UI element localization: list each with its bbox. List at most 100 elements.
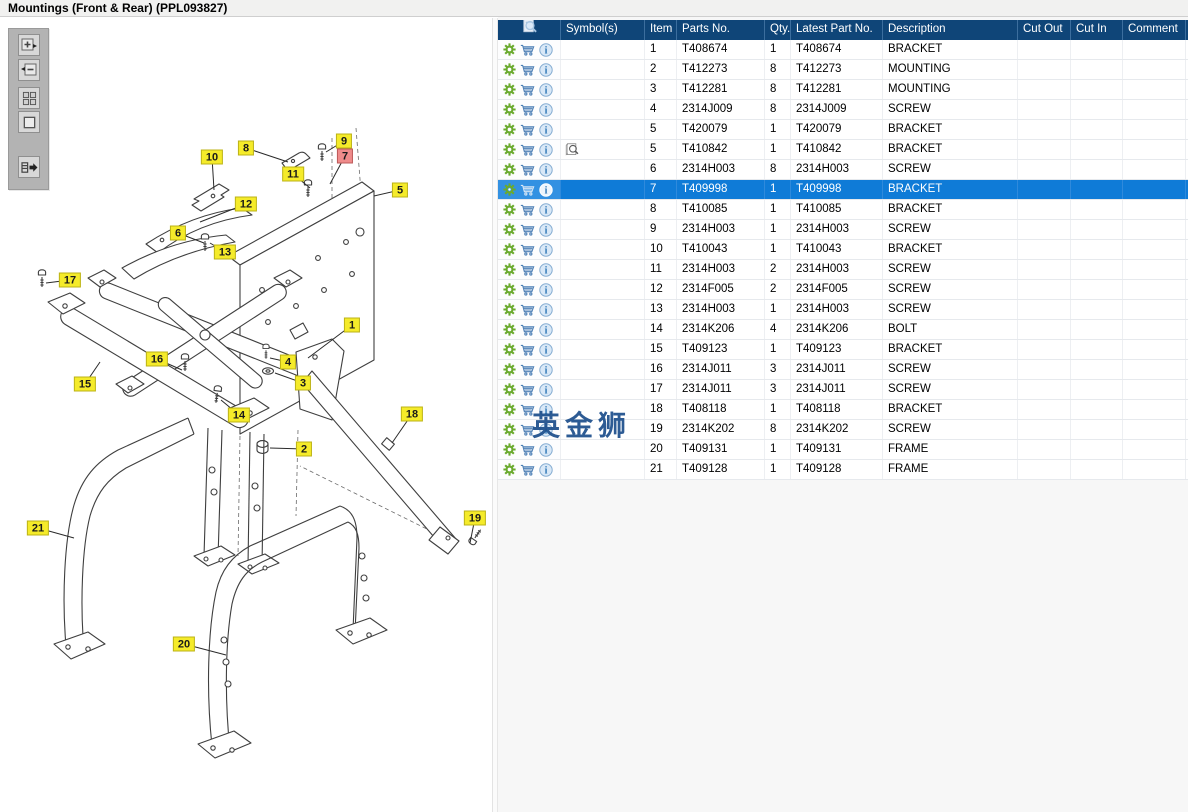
part-info-icon[interactable]: i — [538, 62, 553, 77]
add-to-cart-icon[interactable] — [520, 462, 535, 477]
table-row[interactable]: i 10 T410043 1 T410043 BRACKET — [498, 240, 1188, 260]
table-row[interactable]: i 1 T408674 1 T408674 BRACKET — [498, 40, 1188, 60]
add-to-cart-icon[interactable] — [520, 342, 535, 357]
column-header-cut_out[interactable]: Cut Out — [1018, 20, 1071, 40]
add-to-cart-icon[interactable] — [520, 222, 535, 237]
part-info-icon[interactable]: i — [538, 382, 553, 397]
configure-gear-icon[interactable] — [502, 42, 517, 57]
add-to-cart-icon[interactable] — [520, 102, 535, 117]
callout-label-10[interactable]: 10 — [200, 149, 224, 165]
callout-label-15[interactable]: 15 — [73, 376, 97, 392]
add-to-cart-icon[interactable] — [520, 262, 535, 277]
callout-label-21[interactable]: 21 — [26, 520, 50, 536]
add-to-cart-icon[interactable] — [520, 242, 535, 257]
part-info-icon[interactable]: i — [538, 82, 553, 97]
add-to-cart-icon[interactable] — [520, 382, 535, 397]
table-row[interactable]: i 17 2314J011 3 2314J011 SCREW — [498, 380, 1188, 400]
column-header-latest_part_no[interactable]: Latest Part No. — [791, 20, 883, 40]
part-info-icon[interactable]: i — [538, 222, 553, 237]
part-info-icon[interactable]: i — [538, 462, 553, 477]
callout-label-9[interactable]: 9 — [335, 133, 353, 149]
part-info-icon[interactable]: i — [538, 102, 553, 117]
table-row[interactable]: i 3 T412281 8 T412281 MOUNTING — [498, 80, 1188, 100]
part-info-icon[interactable]: i — [538, 242, 553, 257]
configure-gear-icon[interactable] — [502, 462, 517, 477]
configure-gear-icon[interactable] — [502, 342, 517, 357]
configure-gear-icon[interactable] — [502, 202, 517, 217]
add-to-cart-icon[interactable] — [520, 442, 535, 457]
callout-label-1[interactable]: 1 — [343, 317, 361, 333]
zoom-out-button[interactable] — [18, 59, 40, 81]
part-info-icon[interactable]: i — [538, 422, 553, 437]
callout-label-12[interactable]: 12 — [234, 196, 258, 212]
part-info-icon[interactable]: i — [538, 142, 553, 157]
callout-label-18[interactable]: 18 — [400, 406, 424, 422]
add-to-cart-icon[interactable] — [520, 322, 535, 337]
table-row[interactable]: i 16 2314J011 3 2314J011 SCREW — [498, 360, 1188, 380]
table-row[interactable]: i 20 T409131 1 T409131 FRAME — [498, 440, 1188, 460]
zoom-in-button[interactable] — [18, 34, 40, 56]
table-row[interactable]: i 4 2314J009 8 2314J009 SCREW — [498, 100, 1188, 120]
part-info-icon[interactable]: i — [538, 182, 553, 197]
add-to-cart-icon[interactable] — [520, 142, 535, 157]
table-row[interactable]: i 14 2314K206 4 2314K206 BOLT — [498, 320, 1188, 340]
column-header-comment[interactable]: Comment — [1123, 20, 1186, 40]
table-row[interactable]: i 18 T408118 1 T408118 BRACKET — [498, 400, 1188, 420]
callout-label-17[interactable]: 17 — [58, 272, 82, 288]
table-row[interactable]: i 2 T412273 8 T412273 MOUNTING — [498, 60, 1188, 80]
fit-view-button[interactable] — [18, 111, 40, 133]
column-header-description[interactable]: Description — [883, 20, 1018, 40]
callout-label-4[interactable]: 4 — [279, 354, 297, 370]
add-to-cart-icon[interactable] — [520, 282, 535, 297]
detail-view-icon[interactable] — [565, 142, 580, 157]
add-to-cart-icon[interactable] — [520, 182, 535, 197]
part-info-icon[interactable]: i — [538, 342, 553, 357]
configure-gear-icon[interactable] — [502, 262, 517, 277]
part-info-icon[interactable]: i — [538, 262, 553, 277]
export-button[interactable] — [18, 156, 40, 178]
callout-label-8[interactable]: 8 — [237, 140, 255, 156]
part-info-icon[interactable]: i — [538, 282, 553, 297]
callout-label-3[interactable]: 3 — [294, 375, 312, 391]
configure-gear-icon[interactable] — [502, 222, 517, 237]
configure-gear-icon[interactable] — [502, 302, 517, 317]
part-info-icon[interactable]: i — [538, 202, 553, 217]
add-to-cart-icon[interactable] — [520, 162, 535, 177]
table-row[interactable]: i 8 T410085 1 T410085 BRACKET — [498, 200, 1188, 220]
callout-label-6[interactable]: 6 — [169, 225, 187, 241]
part-info-icon[interactable]: i — [538, 362, 553, 377]
configure-gear-icon[interactable] — [502, 142, 517, 157]
configure-gear-icon[interactable] — [502, 322, 517, 337]
column-header-cut_in[interactable]: Cut In — [1071, 20, 1123, 40]
add-to-cart-icon[interactable] — [520, 122, 535, 137]
column-header-item[interactable]: Item — [645, 20, 677, 40]
callout-label-16[interactable]: 16 — [145, 351, 169, 367]
configure-gear-icon[interactable] — [502, 162, 517, 177]
callout-label-5[interactable]: 5 — [391, 182, 409, 198]
configure-gear-icon[interactable] — [502, 102, 517, 117]
configure-gear-icon[interactable] — [502, 442, 517, 457]
add-to-cart-icon[interactable] — [520, 302, 535, 317]
table-row[interactable]: i 5 T410842 1 T410842 BRACKET — [498, 140, 1188, 160]
table-row[interactable]: i 21 T409128 1 T409128 FRAME — [498, 460, 1188, 480]
configure-gear-icon[interactable] — [502, 122, 517, 137]
table-row[interactable]: i 6 2314H003 8 2314H003 SCREW — [498, 160, 1188, 180]
configure-gear-icon[interactable] — [502, 62, 517, 77]
add-to-cart-icon[interactable] — [520, 62, 535, 77]
part-info-icon[interactable]: i — [538, 442, 553, 457]
configure-gear-icon[interactable] — [502, 182, 517, 197]
table-row[interactable]: i 19 2314K202 8 2314K202 SCREW — [498, 420, 1188, 440]
column-header-actions[interactable] — [498, 20, 561, 40]
configure-gear-icon[interactable] — [502, 422, 517, 437]
part-info-icon[interactable]: i — [538, 302, 553, 317]
table-row[interactable]: i 9 2314H003 1 2314H003 SCREW — [498, 220, 1188, 240]
configure-gear-icon[interactable] — [502, 382, 517, 397]
add-to-cart-icon[interactable] — [520, 362, 535, 377]
table-row[interactable]: i 15 T409123 1 T409123 BRACKET — [498, 340, 1188, 360]
table-row[interactable]: i 7 T409998 1 T409998 BRACKET — [498, 180, 1188, 200]
configure-gear-icon[interactable] — [502, 242, 517, 257]
table-row[interactable]: i 11 2314H003 2 2314H003 SCREW — [498, 260, 1188, 280]
configure-gear-icon[interactable] — [502, 362, 517, 377]
add-to-cart-icon[interactable] — [520, 82, 535, 97]
column-header-qty[interactable]: Qty. — [765, 20, 791, 40]
